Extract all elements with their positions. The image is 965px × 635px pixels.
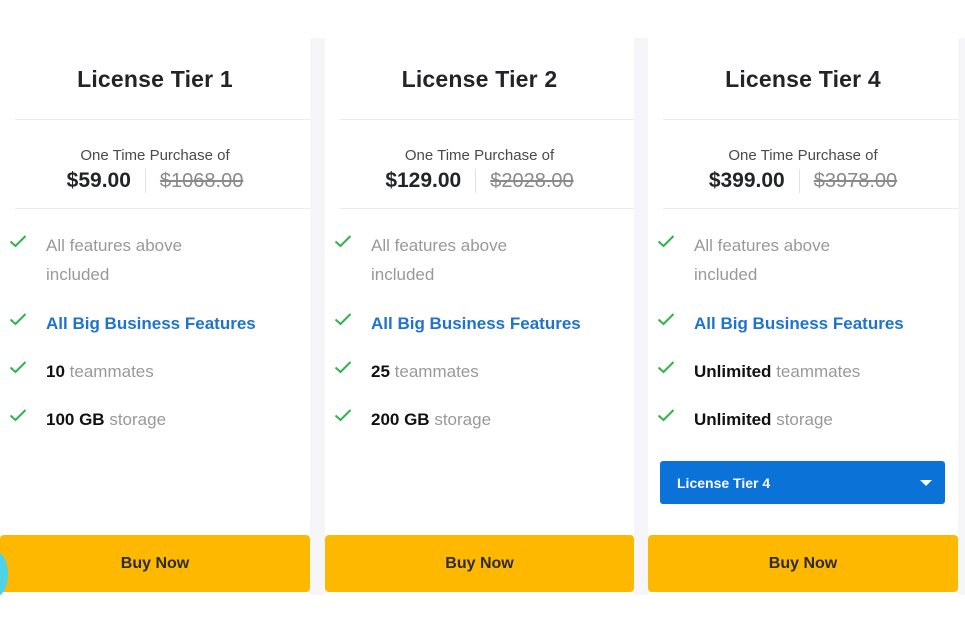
feature-text: All features above included	[694, 236, 831, 284]
price-row: $59.00 $1068.00	[0, 169, 310, 193]
buy-now-button[interactable]: Buy Now	[0, 535, 310, 592]
card-gutter	[310, 38, 325, 595]
check-icon	[9, 409, 27, 422]
current-price: $399.00	[708, 169, 785, 192]
check-icon	[9, 361, 27, 374]
feature-link[interactable]: All Big Business Features	[371, 314, 581, 333]
feature-link[interactable]: All Big Business Features	[694, 314, 904, 333]
feature-text: teammates	[69, 362, 154, 381]
card-title: License Tier 1	[77, 65, 233, 92]
divider	[15, 119, 310, 120]
feature-text: All features above included	[46, 236, 183, 284]
feature-text: storage	[776, 410, 833, 429]
current-price: $129.00	[385, 169, 462, 192]
card-gutter	[958, 38, 965, 595]
price-block: One Time Purchase of $399.00 $3978.00	[648, 146, 958, 193]
feature-value: 10	[46, 362, 65, 381]
check-icon	[657, 313, 675, 326]
current-price: $59.00	[66, 169, 131, 192]
price-label: One Time Purchase of	[80, 147, 230, 164]
feature-text: All features above included	[371, 236, 508, 284]
check-icon	[657, 361, 675, 374]
price-row: $129.00 $2028.00	[325, 169, 634, 193]
feature-list: All features above included All Big Busi…	[648, 231, 958, 453]
pricing-cards: License Tier 1 One Time Purchase of $59.…	[0, 38, 965, 595]
price-separator	[144, 169, 146, 193]
feature-item: All Big Business Features	[648, 309, 958, 357]
check-icon	[334, 361, 352, 374]
feature-item: Unlimited teammates	[648, 357, 958, 405]
feature-item: All features above included	[648, 231, 958, 309]
feature-list: All features above included All Big Busi…	[325, 231, 634, 453]
feature-item: 25 teammates	[325, 357, 634, 405]
price-label: One Time Purchase of	[404, 147, 555, 164]
card-title: License Tier 4	[725, 65, 881, 92]
price-separator	[475, 169, 477, 193]
price-label: One Time Purchase of	[728, 147, 878, 164]
buy-now-button[interactable]: Buy Now	[648, 535, 958, 592]
check-icon	[334, 409, 352, 422]
check-icon	[657, 235, 675, 248]
divider	[340, 119, 634, 120]
feature-item: 10 teammates	[0, 357, 310, 405]
divider	[340, 208, 634, 209]
price-block: One Time Purchase of $129.00 $2028.00	[325, 146, 634, 193]
original-price: $3978.00	[813, 169, 898, 192]
feature-text: teammates	[394, 362, 479, 381]
feature-value: Unlimited	[694, 362, 772, 381]
check-icon	[9, 235, 27, 248]
feature-value: 200 GB	[371, 410, 430, 429]
feature-list: All features above included All Big Busi…	[0, 231, 310, 453]
original-price: $1068.00	[159, 169, 244, 192]
feature-item: All features above included	[0, 231, 310, 309]
tier-select-dropdown[interactable]: License Tier 4	[660, 461, 945, 504]
divider	[663, 208, 958, 209]
feature-text: teammates	[776, 362, 861, 381]
check-icon	[334, 313, 352, 326]
check-icon	[9, 313, 27, 326]
feature-link[interactable]: All Big Business Features	[46, 314, 256, 333]
card-gutter	[634, 38, 648, 595]
price-separator	[798, 169, 800, 193]
caret-down-icon	[920, 480, 932, 486]
pricing-card-tier-2: License Tier 2 One Time Purchase of $129…	[325, 38, 634, 595]
feature-value: 25	[371, 362, 390, 381]
feature-item: Unlimited storage	[648, 405, 958, 453]
feature-value: Unlimited	[694, 410, 772, 429]
price-row: $399.00 $3978.00	[648, 169, 958, 193]
check-icon	[657, 409, 675, 422]
price-block: One Time Purchase of $59.00 $1068.00	[0, 146, 310, 193]
card-title: License Tier 2	[401, 65, 558, 92]
divider	[15, 208, 310, 209]
feature-text: storage	[109, 410, 167, 429]
feature-text: storage	[434, 410, 492, 429]
feature-value: 100 GB	[46, 410, 105, 429]
feature-item: All features above included	[325, 231, 634, 309]
check-icon	[334, 235, 352, 248]
original-price: $2028.00	[490, 169, 574, 192]
feature-item: All Big Business Features	[0, 309, 310, 357]
feature-item: All Big Business Features	[325, 309, 634, 357]
pricing-card-tier-4: License Tier 4 One Time Purchase of $399…	[648, 38, 958, 595]
tier-select-value: License Tier 4	[677, 474, 771, 491]
divider	[663, 119, 958, 120]
pricing-card-tier-1: License Tier 1 One Time Purchase of $59.…	[0, 38, 310, 595]
feature-item: 100 GB storage	[0, 405, 310, 453]
buy-now-button[interactable]: Buy Now	[325, 535, 634, 592]
feature-item: 200 GB storage	[325, 405, 634, 453]
